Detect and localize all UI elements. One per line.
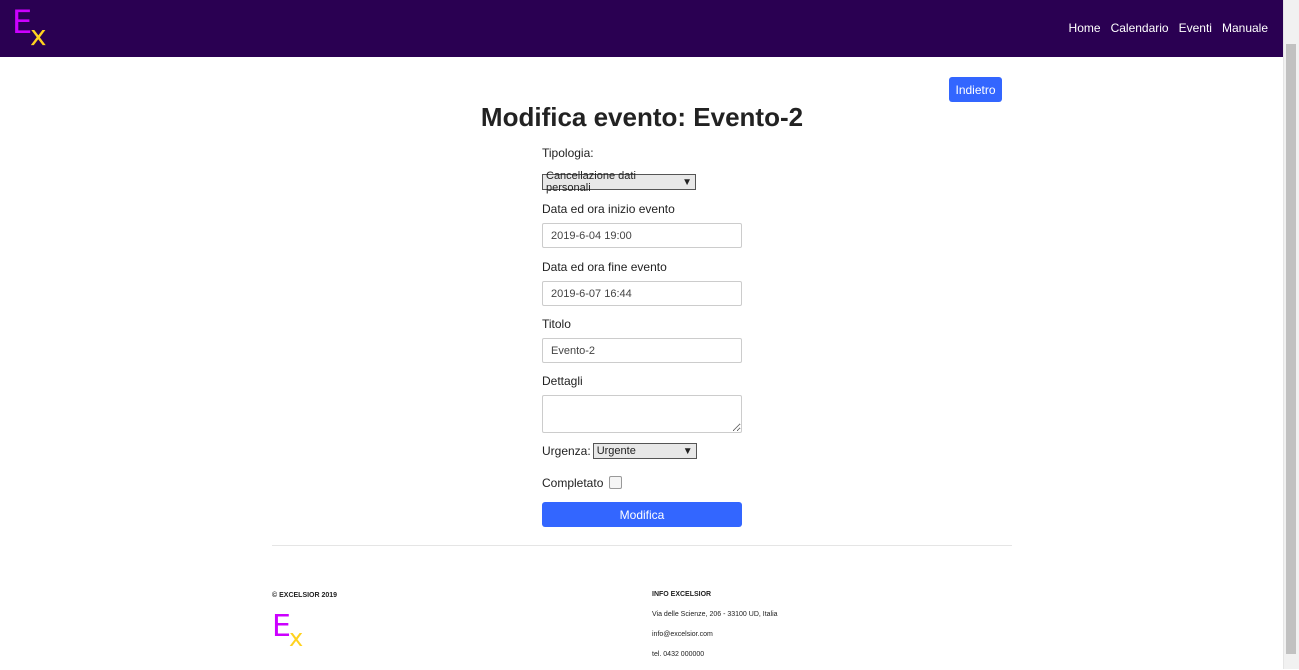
nav-menu: Home Calendario Eventi Manuale bbox=[1069, 21, 1268, 35]
completed-checkbox[interactable] bbox=[608, 476, 622, 489]
nav-link-home[interactable]: Home bbox=[1069, 21, 1101, 35]
end-label: Data ed ora fine evento bbox=[542, 260, 667, 274]
nav-link-calendario[interactable]: Calendario bbox=[1111, 21, 1169, 35]
dropdown-arrow-icon: ▼ bbox=[682, 176, 692, 188]
edit-event-form: Tipologia: Cancellazione dati personali … bbox=[542, 146, 742, 527]
start-datetime-input[interactable] bbox=[542, 223, 742, 248]
title-input[interactable] bbox=[542, 338, 742, 363]
page-title: Modifica evento: Evento-2 bbox=[480, 102, 804, 132]
urgency-select-value: Urgente bbox=[596, 445, 636, 457]
details-textarea[interactable] bbox=[542, 395, 742, 433]
footer-info: INFO EXCELSIOR Via delle Scienze, 206 - … bbox=[652, 590, 778, 670]
urgency-select[interactable]: Urgente ▼ bbox=[592, 443, 697, 459]
nav-link-manuale[interactable]: Manuale bbox=[1222, 21, 1268, 35]
submit-button[interactable]: Modifica bbox=[542, 502, 742, 527]
info-address: Via delle Scienze, 206 - 33100 UD, Itali… bbox=[652, 611, 778, 618]
logo-letter-x: x bbox=[289, 624, 304, 652]
details-label: Dettagli bbox=[542, 374, 583, 388]
footer-copyright: © EXCELSIOR 2019 bbox=[272, 592, 338, 599]
start-label: Data ed ora inizio evento bbox=[542, 202, 675, 216]
vertical-scrollbar[interactable] bbox=[1283, 0, 1299, 669]
nav-link-eventi[interactable]: Eventi bbox=[1179, 21, 1212, 35]
type-select[interactable]: Cancellazione dati personali ▼ bbox=[542, 170, 696, 194]
completed-label: Completato bbox=[542, 476, 604, 490]
footer-divider bbox=[272, 545, 1012, 546]
info-phone: tel. 0432 000000 bbox=[652, 651, 705, 658]
urgency-label: Urgenza: bbox=[542, 444, 591, 458]
info-email[interactable]: info@excelsior.com bbox=[652, 630, 778, 650]
back-button[interactable]: Indietro bbox=[949, 77, 1002, 102]
dropdown-arrow-icon: ▼ bbox=[682, 445, 693, 457]
brand-logo[interactable]: E x bbox=[12, 6, 52, 52]
info-heading: INFO EXCELSIOR bbox=[652, 591, 712, 598]
end-datetime-input[interactable] bbox=[542, 281, 742, 306]
type-label: Tipologia: bbox=[542, 146, 594, 160]
navbar: E x Home Calendario Eventi Manuale bbox=[0, 0, 1284, 57]
title-label: Titolo bbox=[542, 317, 571, 331]
footer-logo: E x bbox=[272, 612, 308, 652]
type-select-value: Cancellazione dati personali bbox=[546, 170, 636, 194]
scrollbar-thumb[interactable] bbox=[1286, 44, 1296, 654]
logo-letter-x: x bbox=[30, 19, 47, 52]
